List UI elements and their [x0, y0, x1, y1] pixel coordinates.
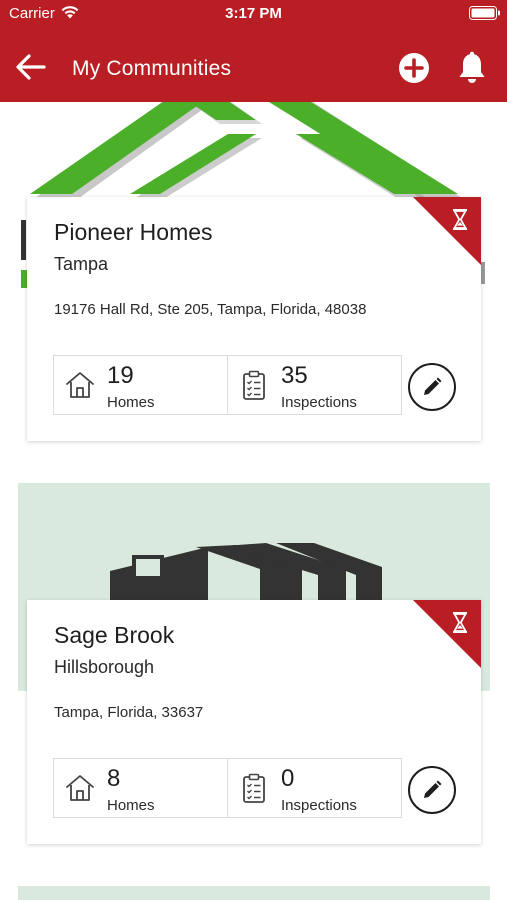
inspections-label: Inspections: [281, 797, 357, 814]
community-city: Hillsborough: [54, 657, 155, 677]
community-card[interactable]: Pioneer Homes Tampa 19176 Hall Rd, Ste 2…: [27, 197, 481, 441]
inspections-count: 35: [281, 362, 308, 389]
clipboard-checklist-icon: [243, 773, 265, 803]
community-name: Sage Brook: [54, 622, 175, 648]
status-bar: Carrier 3:17 PM: [0, 0, 507, 28]
community-address: Tampa, Florida, 33637: [54, 704, 204, 721]
edit-community-button[interactable]: [408, 363, 456, 411]
community-city: Tampa: [54, 254, 109, 274]
homes-count: 19: [107, 362, 134, 389]
pencil-icon: [424, 377, 442, 395]
community-banner-image: [18, 886, 490, 900]
homes-stat[interactable]: 8 Homes: [53, 758, 228, 818]
clipboard-checklist-icon: [243, 370, 265, 400]
app-screen: Carrier 3:17 PM My Communities Pioneer H…: [0, 0, 507, 900]
house-outline-icon: [66, 775, 94, 801]
status-ribbon: [413, 197, 481, 265]
community-card[interactable]: Sage Brook Hillsborough Tampa, Florida, …: [27, 600, 481, 844]
add-community-plus-icon[interactable]: [398, 52, 430, 84]
edit-community-button[interactable]: [408, 766, 456, 814]
page-title: My Communities: [72, 57, 232, 80]
status-time: 3:17 PM: [225, 5, 282, 22]
inspections-count: 0: [281, 765, 295, 792]
homes-stat[interactable]: 19 Homes: [53, 355, 228, 415]
inspections-label: Inspections: [281, 394, 357, 411]
homes-count: 8: [107, 765, 121, 792]
status-ribbon: [413, 600, 481, 668]
back-arrow-icon[interactable]: [14, 52, 48, 82]
inspections-stat[interactable]: 0 Inspections: [227, 758, 402, 818]
community-address: 19176 Hall Rd, Ste 205, Tampa, Florida, …: [54, 301, 367, 318]
inspections-stat[interactable]: 35 Inspections: [227, 355, 402, 415]
pencil-icon: [424, 780, 442, 798]
nav-bar: My Communities: [0, 28, 507, 102]
header: Carrier 3:17 PM My Communities: [0, 0, 507, 102]
community-name: Pioneer Homes: [54, 219, 213, 245]
homes-label: Homes: [107, 797, 155, 814]
battery-icon: [469, 6, 500, 20]
homes-label: Homes: [107, 394, 155, 411]
notifications-bell-icon[interactable]: [456, 51, 488, 85]
house-outline-icon: [66, 372, 94, 398]
